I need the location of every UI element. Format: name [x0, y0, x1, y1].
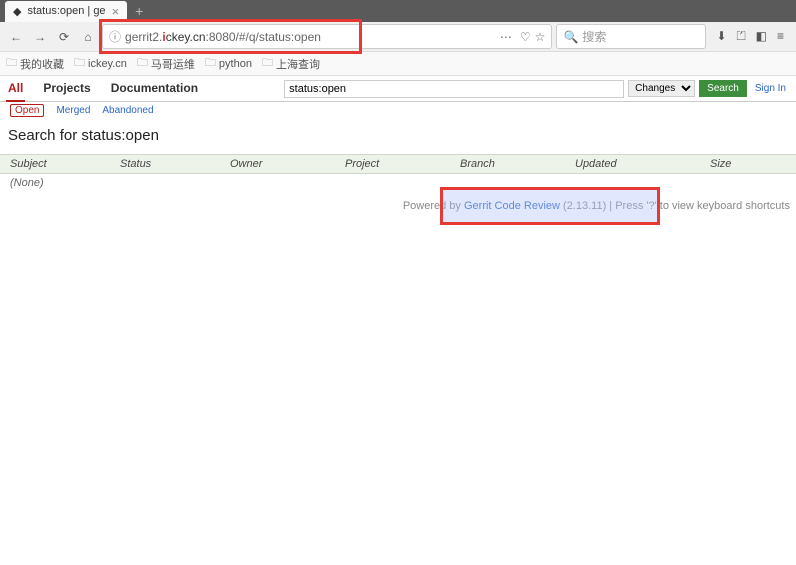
col-size: Size — [710, 158, 796, 170]
tab-all[interactable]: All — [6, 76, 25, 102]
bookmark-bar: 🗀我的收藏 🗀ickey.cn 🗀马哥运维 🗀python 🗀上海查询 — [0, 52, 796, 76]
bookmark-item[interactable]: 🗀python — [205, 54, 252, 73]
browser-search-input[interactable]: 🔍 搜索 — [556, 24, 706, 49]
new-tab-button[interactable]: + — [127, 3, 151, 19]
changes-dropdown[interactable]: Changes — [628, 80, 695, 97]
subtab-abandoned[interactable]: Abandoned — [102, 104, 153, 117]
folder-icon: 🗀 — [137, 54, 148, 73]
url-bar[interactable]: ⓘ gerrit2.ickey.cn:8080/#/q/status:open … — [102, 24, 552, 49]
menu-icon[interactable]: ≡ — [777, 29, 784, 44]
url-host: ckey.cn — [166, 30, 206, 44]
col-status: Status — [120, 158, 230, 170]
url-prefix: gerrit2. — [125, 30, 162, 44]
col-branch: Branch — [460, 158, 575, 170]
table-row: (None) — [0, 174, 796, 192]
bookmark-item[interactable]: 🗀我的收藏 — [6, 54, 64, 73]
gerrit-header: All Projects Documentation Changes Searc… — [0, 76, 796, 102]
none-cell: (None) — [0, 177, 120, 189]
table-header: Subject Status Owner Project Branch Upda… — [0, 154, 796, 174]
footer-highlight-annotation — [440, 187, 660, 225]
search-button[interactable]: Search — [699, 80, 747, 97]
browser-tab-bar: ◆ status:open | ge × + — [0, 0, 796, 22]
results-table: Subject Status Owner Project Branch Upda… — [0, 154, 796, 192]
search-placeholder: 搜索 — [582, 28, 606, 45]
folder-icon: 🗀 — [262, 54, 273, 73]
page-actions-icon[interactable]: ⋯ — [496, 30, 516, 44]
url-path: :8080/#/q/status:open — [206, 30, 321, 44]
gerrit-subtabs: Open Merged Abandoned — [0, 102, 796, 119]
folder-icon: 🗀 — [74, 54, 85, 73]
back-button[interactable]: ← — [6, 27, 26, 47]
folder-icon: 🗀 — [205, 54, 216, 73]
library-icon[interactable]: ⏍ — [737, 29, 746, 44]
signin-link[interactable]: Sign In — [751, 83, 790, 94]
search-icon: 🔍 — [563, 30, 578, 44]
close-icon[interactable]: × — [112, 4, 120, 19]
bookmark-item[interactable]: 🗀ickey.cn — [74, 54, 127, 73]
forward-button[interactable]: → — [30, 27, 50, 47]
subtab-merged[interactable]: Merged — [56, 104, 90, 117]
sidebar-icon[interactable]: ◧ — [756, 29, 767, 44]
star-icon[interactable]: ☆ — [535, 30, 546, 44]
reload-button[interactable]: ⟳ — [54, 27, 74, 47]
bookmark-item[interactable]: 🗀上海查询 — [262, 54, 320, 73]
tab-title: status:open | ge — [27, 5, 105, 17]
tab-favicon: ◆ — [13, 5, 21, 18]
search-title: Search for status:open — [0, 119, 796, 154]
tab-projects[interactable]: Projects — [41, 76, 92, 102]
home-button[interactable]: ⌂ — [78, 27, 98, 47]
col-subject: Subject — [0, 158, 120, 170]
col-owner: Owner — [230, 158, 345, 170]
gerrit-search-input[interactable] — [284, 80, 624, 98]
nav-bar: ← → ⟳ ⌂ ⓘ gerrit2.ickey.cn:8080/#/q/stat… — [0, 22, 796, 52]
tab-documentation[interactable]: Documentation — [109, 76, 200, 102]
shield-icon[interactable]: ♡ — [520, 30, 531, 44]
bookmark-item[interactable]: 🗀马哥运维 — [137, 54, 195, 73]
col-updated: Updated — [575, 158, 710, 170]
info-icon[interactable]: ⓘ — [109, 28, 121, 45]
folder-icon: 🗀 — [6, 54, 17, 73]
gerrit-footer: Powered by Gerrit Code Review (2.13.11) … — [0, 192, 796, 220]
col-project: Project — [345, 158, 460, 170]
browser-tab[interactable]: ◆ status:open | ge × — [5, 1, 127, 22]
subtab-open[interactable]: Open — [10, 104, 44, 117]
download-icon[interactable]: ⬇ — [716, 29, 726, 44]
